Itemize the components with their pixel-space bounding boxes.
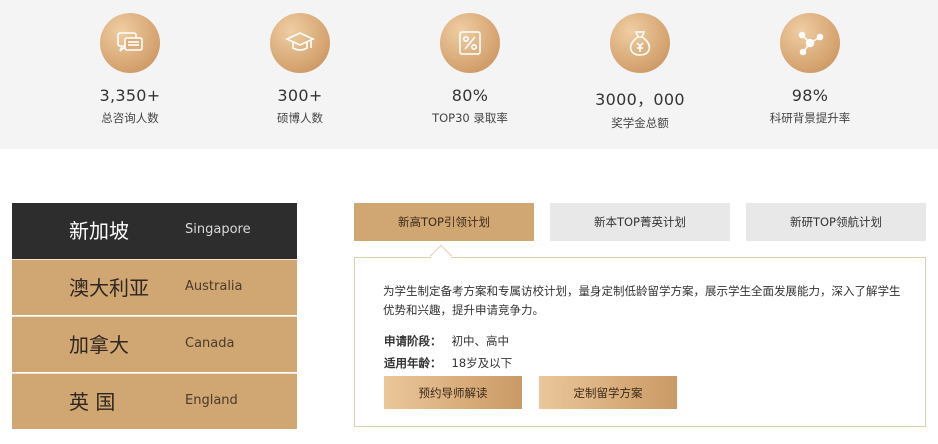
graduation-cap-icon	[270, 13, 330, 73]
stat-label: 科研背景提升率	[769, 111, 851, 125]
stat-admission-rate: 80% TOP30 录取率	[390, 13, 550, 126]
custom-plan-button[interactable]: 定制留学方案	[539, 376, 677, 409]
stat-label: TOP30 录取率	[432, 111, 508, 125]
percent-icon	[440, 13, 500, 73]
country-name-zh: 澳大利亚	[69, 276, 149, 300]
country-name-en: Singapore	[185, 222, 251, 237]
stat-value: 3,350+	[99, 86, 161, 105]
stat-value: 98%	[791, 86, 829, 105]
stats-band: 3,350+ 总咨询人数 300+ 硕博人数 80% TOP30 录取率 300…	[0, 0, 938, 149]
country-name-en: England	[185, 393, 238, 408]
stage-row: 申请阶段： 初中、高中	[384, 333, 509, 349]
country-item-singapore[interactable]: 新加坡 Singapore	[12, 203, 297, 259]
plan-description: 为学生制定备考方案和专属访校计划，量身定制低龄留学方案，展示学生全面发展能力，深…	[383, 284, 901, 317]
stage-value: 初中、高中	[451, 334, 510, 348]
stat-label: 奖学金总额	[611, 116, 669, 130]
money-bag-icon	[610, 13, 670, 73]
stat-label: 硕博人数	[277, 111, 323, 125]
stat-value: 3000，000	[595, 90, 685, 109]
chat-bubbles-icon	[100, 13, 160, 73]
stat-value: 80%	[451, 86, 489, 105]
country-item-australia[interactable]: 澳大利亚 Australia	[12, 259, 297, 315]
stat-label: 总咨询人数	[101, 111, 159, 125]
age-label: 适用年龄：	[384, 356, 442, 370]
tab-high-school-plan[interactable]: 新高TOP引领计划	[354, 203, 534, 241]
network-nodes-icon	[780, 13, 840, 73]
tab-graduate-plan[interactable]: 新研TOP领航计划	[746, 203, 926, 241]
age-value: 18岁及以下	[451, 356, 513, 370]
stat-masters-phd: 300+ 硕博人数	[220, 13, 380, 126]
stat-scholarship: 3000，000 奖学金总额	[560, 13, 720, 131]
country-name-en: Canada	[185, 336, 235, 351]
stat-research: 98% 科研背景提升率	[730, 13, 890, 126]
stage-label: 申请阶段：	[384, 334, 442, 348]
country-name-zh: 新加坡	[69, 219, 129, 243]
age-row: 适用年龄： 18岁及以下	[384, 355, 512, 371]
country-name-zh: 加拿大	[69, 333, 129, 357]
country-item-england[interactable]: 英 国 England	[12, 373, 297, 429]
stat-value: 300+	[277, 86, 323, 105]
stat-consultations: 3,350+ 总咨询人数	[50, 13, 210, 126]
country-item-canada[interactable]: 加拿大 Canada	[12, 316, 297, 372]
country-name-zh: 英 国	[69, 390, 116, 414]
tab-undergrad-plan[interactable]: 新本TOP菁英计划	[550, 203, 730, 241]
book-mentor-button[interactable]: 预约导师解读	[384, 376, 522, 409]
country-name-en: Australia	[185, 279, 243, 294]
